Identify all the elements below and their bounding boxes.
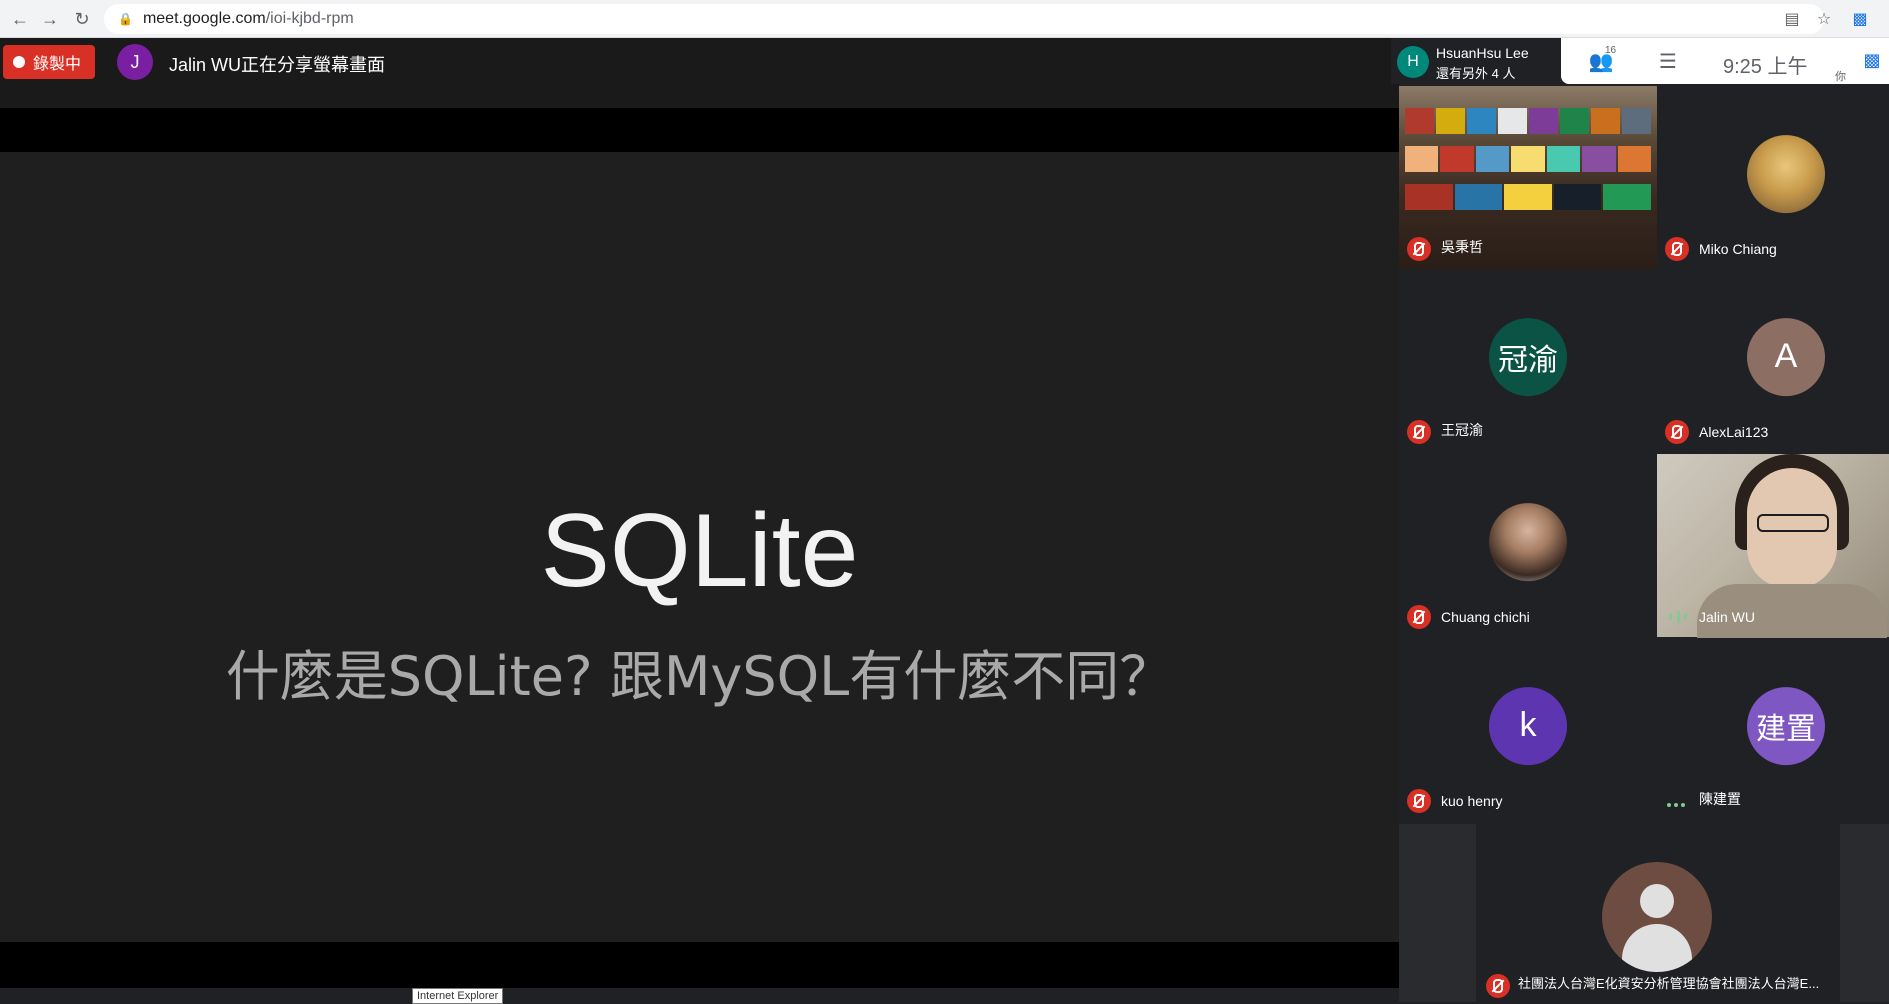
you-label: 你 bbox=[1835, 71, 1846, 83]
bookshelf-row bbox=[1405, 108, 1651, 134]
browser-toolbar: ← → ↻ 🔒 meet.google.com/ioi-kjbd-rpm ▤ ☆… bbox=[0, 0, 1889, 38]
host-others: 還有另外 4 人 bbox=[1436, 66, 1516, 81]
participant-name: 陳建置 bbox=[1699, 791, 1741, 807]
record-dot-icon bbox=[13, 56, 25, 68]
clock: 9:25 上午 bbox=[1723, 56, 1808, 78]
participant-name: Miko Chiang bbox=[1699, 241, 1777, 257]
reload-icon[interactable]: ↻ bbox=[66, 3, 98, 35]
tile-background bbox=[1399, 824, 1476, 1002]
slide-letterbox-bottom bbox=[0, 942, 1399, 988]
presenter-avatar: J bbox=[117, 44, 153, 80]
participant-tile[interactable]: 冠渝 王冠渝 bbox=[1399, 269, 1657, 452]
chat-icon[interactable]: ☰ bbox=[1650, 46, 1686, 76]
slide-letterbox-top bbox=[0, 108, 1399, 152]
host-name: HsuanHsu Lee bbox=[1436, 45, 1529, 61]
participant-name: 社團法人台灣E化資安分析管理協會社團法人台灣E... bbox=[1518, 976, 1820, 991]
recording-badge: 錄製中 bbox=[3, 45, 95, 79]
participant-name: 王冠渝 bbox=[1441, 422, 1483, 438]
participant-avatar: 建置 bbox=[1747, 686, 1825, 765]
presenting-status: Jalin WU正在分享螢幕畫面 bbox=[169, 55, 386, 75]
recording-label: 錄製中 bbox=[33, 56, 82, 73]
shared-screen: SQLite 什麼是SQLite? 跟MySQL有什麼不同？ bbox=[0, 152, 1399, 942]
participant-tile[interactable]: 吳秉哲 bbox=[1399, 86, 1657, 269]
participant-name: Chuang chichi bbox=[1441, 609, 1530, 625]
profile-extension-icon[interactable]: ▩ bbox=[1848, 7, 1872, 31]
participant-tile[interactable]: Miko Chiang bbox=[1657, 86, 1889, 269]
tile-background bbox=[1840, 824, 1889, 1002]
bookmark-star-icon[interactable]: ☆ bbox=[1812, 7, 1836, 31]
url-path: /ioi-kjbd-rpm bbox=[265, 10, 354, 27]
slide-subtitle: 什麼是SQLite? 跟MySQL有什麼不同？ bbox=[225, 645, 1174, 708]
lock-icon: 🔒 bbox=[118, 12, 133, 26]
camera-blocked-icon[interactable]: ▤ bbox=[1780, 7, 1804, 31]
participant-tile[interactable]: 建置 陳建置 bbox=[1657, 638, 1889, 821]
forward-icon[interactable]: → bbox=[34, 3, 66, 35]
participant-count: 16 bbox=[1605, 45, 1617, 56]
participant-avatar bbox=[1747, 134, 1825, 213]
url-host: meet.google.com bbox=[142, 10, 266, 27]
mic-off-icon bbox=[1665, 420, 1689, 444]
mic-off-icon bbox=[1407, 237, 1431, 261]
participant-video bbox=[1657, 454, 1889, 644]
participant-tile[interactable]: A AlexLai123 bbox=[1657, 269, 1889, 452]
default-avatar-icon bbox=[1602, 862, 1712, 972]
bookshelf-row bbox=[1405, 146, 1651, 172]
participant-name: kuo henry bbox=[1441, 793, 1503, 809]
participant-tile[interactable]: 社團法人台灣E化資安分析管理協會社團法人台灣E... bbox=[1476, 824, 1840, 1002]
mic-off-icon bbox=[1665, 237, 1689, 261]
self-view-icon[interactable]: ▩ bbox=[1860, 46, 1884, 74]
participant-avatar: k bbox=[1489, 686, 1567, 765]
participant-avatar: 冠渝 bbox=[1489, 317, 1567, 396]
mic-off-icon bbox=[1407, 420, 1431, 444]
more-options-icon bbox=[1667, 803, 1685, 807]
participant-avatar bbox=[1489, 502, 1567, 581]
participant-name: AlexLai123 bbox=[1699, 424, 1769, 440]
meet-area: 錄製中 J Jalin WU正在分享螢幕畫面 SQLite 什麼是SQLite?… bbox=[0, 38, 1889, 1004]
speaking-indicator-icon bbox=[1669, 611, 1687, 623]
participant-video bbox=[1399, 86, 1657, 269]
participant-tile[interactable]: Chuang chichi bbox=[1399, 454, 1657, 637]
host-avatar: H bbox=[1397, 46, 1429, 78]
mic-off-icon bbox=[1407, 605, 1431, 629]
participant-name: Jalin WU bbox=[1699, 609, 1756, 625]
mic-off-icon bbox=[1407, 789, 1431, 813]
participant-avatar: A bbox=[1747, 317, 1825, 396]
mic-off-icon bbox=[1486, 974, 1510, 998]
participant-name: 吳秉哲 bbox=[1441, 239, 1483, 255]
participant-tile[interactable]: Jalin WU bbox=[1657, 454, 1889, 644]
participant-tile[interactable]: k kuo henry bbox=[1399, 638, 1657, 821]
slide-title: SQLite bbox=[540, 493, 859, 609]
address-bar[interactable]: 🔒 meet.google.com/ioi-kjbd-rpm bbox=[104, 4, 1824, 34]
back-icon[interactable]: ← bbox=[4, 3, 36, 35]
bookshelf-row bbox=[1405, 184, 1651, 210]
